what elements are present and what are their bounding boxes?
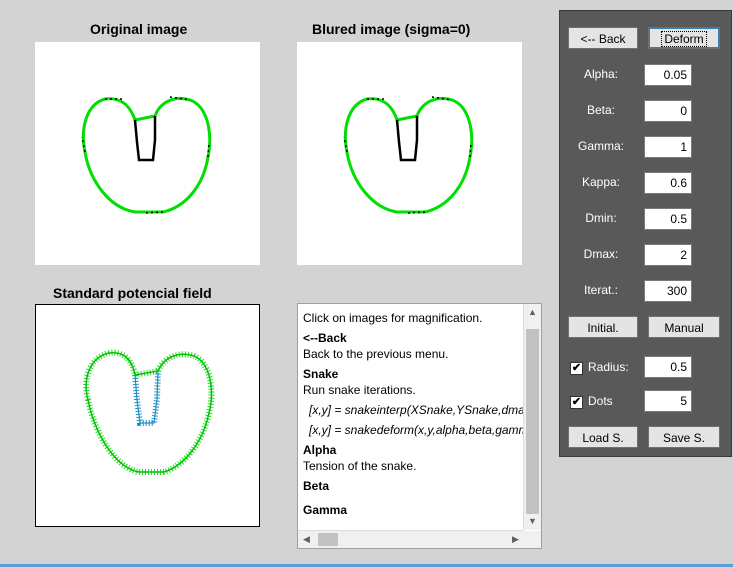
beta-label: Beta: [586, 103, 616, 117]
blurred-image-title: Blured image (sigma=0) [312, 21, 471, 37]
help-vertical-scrollbar[interactable]: ▲ ▼ [523, 304, 541, 530]
help-line: Run snake iterations. [303, 383, 416, 397]
gamma-label: Gamma: [577, 139, 624, 153]
scroll-up-icon[interactable]: ▲ [524, 304, 541, 321]
gamma-field[interactable]: 1 [644, 136, 692, 158]
scroll-right-icon[interactable]: ▶ [507, 531, 524, 548]
initial-button[interactable]: Initial. [568, 316, 638, 338]
scrollbar-corner [524, 531, 541, 548]
kappa-field[interactable]: 0.6 [644, 172, 692, 194]
deform-label: Deform [661, 31, 707, 47]
snake-contour [81, 96, 212, 214]
dots-label: Dots [588, 394, 613, 408]
help-heading-beta: Beta [303, 479, 330, 493]
radius-label: Radius: [588, 360, 629, 374]
potential-field-title: Standard potencial field [53, 285, 212, 301]
dmax-field[interactable]: 2 [644, 244, 692, 266]
help-heading-gamma: Gamma [303, 503, 348, 517]
help-text: Click on images for magnification. <--Ba… [303, 310, 541, 518]
help-line: Click on images for magnification. [303, 311, 483, 325]
object-edge [395, 116, 419, 162]
deform-button[interactable]: Deform [648, 27, 720, 49]
help-code-line: [x,y] = snakedeform(x,y,alpha,beta,gamma [309, 423, 536, 437]
save-snake-button[interactable]: Save S. [648, 426, 720, 448]
original-image[interactable] [35, 42, 260, 265]
blurred-image[interactable] [297, 42, 522, 265]
dmax-label: Dmax: [583, 247, 619, 261]
dmin-field[interactable]: 0.5 [644, 208, 692, 230]
dots-checkbox[interactable]: ✔ [570, 396, 583, 409]
iterations-label: Iterat.: [583, 283, 618, 297]
help-line: Tension of the snake. [303, 459, 417, 473]
dmin-label: Dmin: [585, 211, 617, 225]
iterations-field[interactable]: 300 [644, 280, 692, 302]
original-image-title: Original image [90, 21, 188, 37]
help-heading-snake: Snake [303, 367, 339, 381]
help-horizontal-scrollbar[interactable]: ◀ ▶ [298, 530, 524, 548]
help-heading-back: <--Back [303, 331, 347, 345]
snake-contour [343, 96, 474, 214]
help-line: Back to the previous menu. [303, 347, 449, 361]
field-arrows-line [134, 370, 159, 424]
manual-button[interactable]: Manual [648, 316, 720, 338]
potential-field-image[interactable] [35, 304, 260, 527]
snake-field-outer [83, 349, 215, 475]
dots-field[interactable]: 5 [644, 390, 692, 412]
control-panel: <-- Back Deform Alpha: 0.05 Beta: 0 Gamm… [559, 10, 732, 457]
radius-field[interactable]: 0.5 [644, 356, 692, 378]
radius-checkbox[interactable]: ✔ [570, 362, 583, 375]
blurred-image-plot [343, 96, 474, 214]
object-edge [133, 116, 157, 162]
beta-field[interactable]: 0 [644, 100, 692, 122]
potential-field-plot [83, 349, 215, 475]
kappa-label: Kappa: [581, 175, 621, 189]
scroll-left-icon[interactable]: ◀ [298, 531, 315, 548]
snake-field-line [85, 352, 213, 473]
help-textbox[interactable]: Click on images for magnification. <--Ba… [297, 303, 542, 549]
scroll-thumb-vertical[interactable] [526, 329, 539, 514]
alpha-label: Alpha: [583, 67, 619, 81]
help-heading-alpha: Alpha [303, 443, 337, 457]
scroll-down-icon[interactable]: ▼ [524, 513, 541, 530]
load-snake-button[interactable]: Load S. [568, 426, 638, 448]
original-image-plot [81, 96, 212, 214]
scroll-thumb-horizontal[interactable] [318, 533, 338, 546]
alpha-field[interactable]: 0.05 [644, 64, 692, 86]
help-code-line: [x,y] = snakeinterp(XSnake,YSnake,dmax, [309, 403, 535, 417]
back-button[interactable]: <-- Back [568, 27, 638, 49]
